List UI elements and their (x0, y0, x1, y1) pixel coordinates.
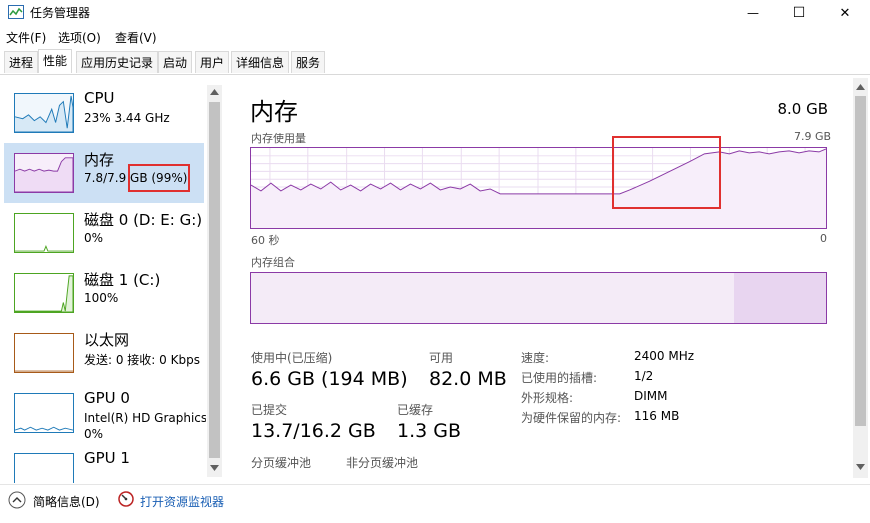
sidebar-item-disk0[interactable]: 磁盘 0 (D: E: G:) 0% (4, 203, 204, 263)
available-value: 82.0 MB (429, 368, 507, 390)
chevron-up-icon[interactable] (8, 491, 26, 509)
available-label: 可用 (429, 351, 454, 365)
sidebar-cpu-usage: 23% 3.44 GHz (84, 111, 170, 125)
chart-time-right: 0 (820, 232, 827, 245)
menu-file[interactable]: 文件(F) (6, 29, 46, 46)
usage-chart-max: 7.9 GB (794, 130, 832, 143)
sidebar-scroll-up-icon[interactable] (209, 87, 220, 97)
cpu-thumbnail-graph (14, 93, 74, 133)
spec-slots-label: 已使用的插槽: (521, 371, 598, 385)
memory-total: 8.0 GB (777, 100, 828, 118)
gpu1-thumbnail-graph (14, 453, 74, 483)
minimize-button[interactable]: — (730, 0, 776, 26)
gpu0-thumbnail-graph (14, 393, 74, 433)
sidebar-item-gpu0[interactable]: GPU 0 Intel(R) HD Graphics 0% (4, 383, 206, 443)
tab-services[interactable]: 服务 (291, 51, 326, 73)
close-icon: ✕ (839, 5, 851, 21)
fewer-details-link[interactable]: 简略信息(D) (33, 493, 100, 510)
memory-thumbnail-graph (14, 153, 74, 193)
sidebar-item-ethernet[interactable]: 以太网 发送: 0 接收: 0 Kbps (4, 323, 204, 383)
main-scroll-up-icon[interactable] (855, 82, 866, 92)
maximize-icon: ☐ (792, 5, 806, 21)
sidebar-gpu0-model: Intel(R) HD Graphics (84, 411, 206, 425)
spec-reserved-label: 为硬件保留的内存: (521, 411, 622, 425)
resource-sidebar: CPU 23% 3.44 GHz 内存 7.8/7.9 GB (99%) 磁盘 … (0, 75, 206, 483)
chart-time-left: 60 秒 (251, 234, 280, 247)
committed-label: 已提交 (251, 403, 288, 417)
paged-pool-label: 分页缓冲池 (251, 456, 312, 470)
sidebar-gpu0-usage: 0% (84, 427, 104, 441)
sidebar-item-disk1[interactable]: 磁盘 1 (C:) 100% (4, 263, 204, 323)
page-title: 内存 (250, 98, 298, 126)
tab-users[interactable]: 用户 (195, 51, 230, 73)
task-manager-icon (8, 5, 24, 19)
sidebar-gpu0-name: GPU 0 (84, 389, 130, 407)
spec-speed-label: 速度: (521, 351, 550, 365)
close-button[interactable]: ✕ (822, 0, 868, 26)
composition-label: 内存组合 (251, 256, 295, 269)
main-scrollbar-thumb[interactable] (855, 96, 866, 426)
tab-processes[interactable]: 进程 (4, 51, 39, 73)
sidebar-item-cpu[interactable]: CPU 23% 3.44 GHz (4, 83, 204, 143)
composition-standby (734, 273, 826, 323)
menu-options[interactable]: 选项(O) (58, 29, 101, 46)
highlight-memory-percent (128, 164, 190, 192)
memory-usage-chart (250, 147, 827, 229)
spec-form-value: DIMM (634, 389, 668, 403)
tab-app-history[interactable]: 应用历史记录 (76, 51, 159, 73)
open-resource-monitor-link[interactable]: 打开资源监视器 (140, 493, 224, 510)
in-use-label: 使用中(已压缩) (251, 351, 333, 365)
sidebar-disk0-name: 磁盘 0 (D: E: G:) (84, 211, 203, 229)
sidebar-cpu-name: CPU (84, 89, 115, 107)
sidebar-scrollbar-thumb[interactable] (209, 102, 220, 458)
sidebar-scroll-down-icon[interactable] (209, 463, 220, 473)
sidebar-disk1-usage: 100% (84, 291, 119, 305)
disk0-thumbnail-graph (14, 213, 74, 253)
cached-value: 1.3 GB (397, 420, 462, 442)
resource-monitor-icon[interactable] (118, 491, 134, 507)
spec-slots-value: 1/2 (634, 369, 654, 383)
spec-form-label: 外形规格: (521, 391, 574, 405)
in-use-value: 6.6 GB (194 MB) (251, 368, 408, 390)
tab-startup[interactable]: 启动 (158, 51, 193, 73)
usage-chart-label: 内存使用量 (251, 132, 306, 145)
memory-composition-bar (250, 272, 827, 324)
sidebar-disk0-usage: 0% (84, 231, 104, 245)
tab-details[interactable]: 详细信息 (231, 51, 290, 73)
sidebar-gpu1-name: GPU 1 (84, 449, 130, 467)
main-scroll-down-icon[interactable] (855, 462, 866, 472)
maximize-button[interactable]: ☐ (776, 0, 822, 26)
nonpaged-pool-label: 非分页缓冲池 (346, 456, 419, 470)
cached-label: 已缓存 (397, 403, 434, 417)
sidebar-ethernet-throughput: 发送: 0 接收: 0 Kbps (84, 353, 200, 367)
spec-reserved-value: 116 MB (634, 409, 680, 423)
sidebar-memory-name: 内存 (84, 151, 115, 169)
spec-speed-value: 2400 MHz (634, 349, 695, 363)
ethernet-thumbnail-graph (14, 333, 74, 373)
window-title: 任务管理器 (30, 6, 91, 20)
sidebar-disk1-name: 磁盘 1 (C:) (84, 271, 161, 289)
menu-view[interactable]: 查看(V) (115, 29, 157, 46)
sidebar-item-gpu1[interactable]: GPU 1 (4, 443, 204, 483)
disk1-thumbnail-graph (14, 273, 74, 313)
sidebar-ethernet-name: 以太网 (84, 331, 130, 349)
committed-value: 13.7/16.2 GB (251, 420, 376, 442)
tab-performance[interactable]: 性能 (38, 49, 73, 73)
minimize-icon: — (747, 6, 759, 20)
highlight-usage-ramp (612, 136, 721, 209)
